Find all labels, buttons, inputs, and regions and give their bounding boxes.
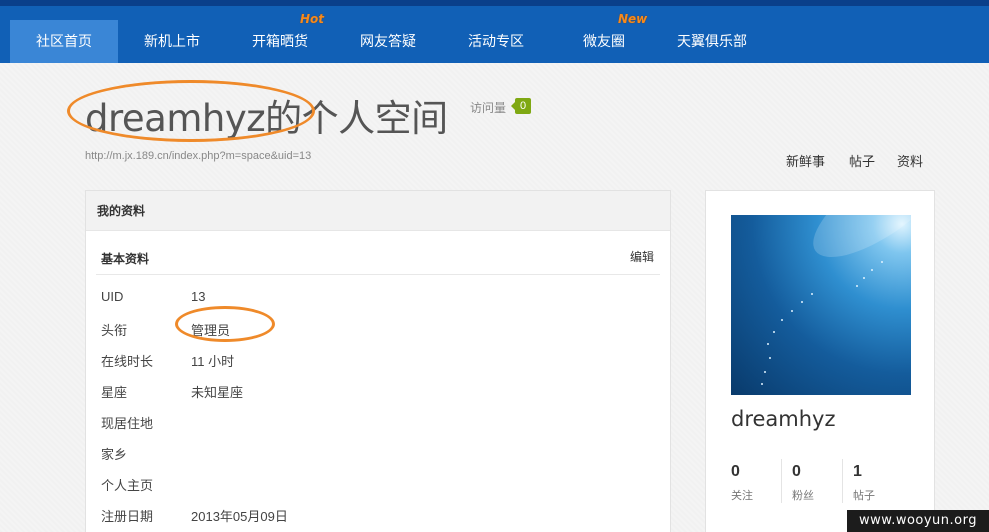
top-strip bbox=[0, 0, 989, 6]
field-value-title: 管理员 bbox=[191, 323, 231, 338]
avatar-sparkle bbox=[769, 357, 771, 359]
username[interactable]: dreamhyz bbox=[731, 407, 836, 431]
user-card: dreamhyz 0 关注 0 粉丝 1 帖子 bbox=[705, 190, 935, 532]
profile-panel-heading: 我的资料 bbox=[86, 191, 670, 231]
field-value-online-time: 11 小时 bbox=[191, 354, 235, 369]
avatar-sparkle bbox=[767, 343, 769, 345]
field-label-zodiac: 星座 bbox=[101, 385, 128, 400]
followers-label: 粉丝 bbox=[792, 490, 814, 502]
stat-divider bbox=[781, 459, 782, 503]
avatar-sparkle bbox=[764, 371, 766, 373]
following-count[interactable]: 0 bbox=[731, 463, 740, 481]
avatar-sparkle bbox=[773, 331, 775, 333]
field-label-hometown: 家乡 bbox=[101, 447, 128, 462]
avatar-sparkle bbox=[801, 301, 803, 303]
field-value-zodiac: 未知星座 bbox=[191, 385, 244, 400]
field-label-title: 头衔 bbox=[101, 323, 128, 338]
avatar-sparkle bbox=[856, 285, 858, 287]
nav-item-new-phones[interactable]: 新机上市 bbox=[118, 20, 226, 63]
avatar-sparkle bbox=[811, 293, 813, 295]
hot-badge: Hot bbox=[300, 12, 325, 26]
posts-count[interactable]: 1 bbox=[853, 463, 862, 481]
avatar-light-ray bbox=[798, 215, 911, 276]
tab-profile[interactable]: 资料 bbox=[897, 151, 923, 170]
nav-item-tianyi-club[interactable]: 天翼俱乐部 bbox=[658, 20, 766, 63]
tab-feed[interactable]: 新鲜事 bbox=[786, 151, 825, 170]
tab-posts[interactable]: 帖子 bbox=[849, 151, 875, 170]
avatar-sparkle bbox=[871, 269, 873, 271]
following-label: 关注 bbox=[731, 490, 753, 502]
avatar-sparkle bbox=[863, 277, 865, 279]
avatar-sparkle bbox=[881, 261, 883, 263]
top-navigation-bar: 社区首页 新机上市 开箱晒货 Hot 网友答疑 活动专区 微友圈 New 天翼俱… bbox=[0, 0, 989, 63]
followers-count[interactable]: 0 bbox=[792, 463, 801, 481]
page-title: dreamhyz的个人空间 bbox=[85, 97, 448, 140]
watermark: www.wooyun.org bbox=[847, 510, 989, 532]
section-title: 基本资料 bbox=[101, 252, 150, 266]
field-label-uid: UID bbox=[101, 289, 124, 304]
field-value-uid: 13 bbox=[191, 289, 206, 304]
section-divider bbox=[96, 274, 660, 275]
visits-label: 访问量 bbox=[470, 101, 507, 115]
field-label-residence: 现居住地 bbox=[101, 416, 154, 431]
new-badge: New bbox=[618, 12, 648, 26]
nav-item-events[interactable]: 活动专区 bbox=[442, 20, 550, 63]
avatar-sparkle bbox=[761, 383, 763, 385]
stat-divider bbox=[842, 459, 843, 503]
posts-label: 帖子 bbox=[853, 490, 875, 502]
profile-panel: 我的资料 基本资料 编辑 UID 13 头衔 管理员 在线时长 11 小时 星座… bbox=[85, 190, 671, 532]
space-url: http://m.jx.189.cn/index.php?m=space&uid… bbox=[85, 150, 312, 162]
nav-item-micro-circle[interactable]: 微友圈 New bbox=[550, 12, 658, 63]
nav-item-qa[interactable]: 网友答疑 bbox=[334, 20, 442, 63]
nav-item-unboxing[interactable]: 开箱晒货 Hot bbox=[226, 12, 334, 63]
edit-link[interactable]: 编辑 bbox=[630, 248, 654, 265]
field-label-online-time: 在线时长 bbox=[101, 354, 154, 369]
avatar[interactable] bbox=[731, 215, 911, 395]
field-label-register-date: 注册日期 bbox=[101, 509, 154, 524]
field-label-homepage: 个人主页 bbox=[101, 478, 154, 493]
field-value-register-date: 2013年05月09日 bbox=[191, 509, 288, 524]
avatar-sparkle bbox=[781, 319, 783, 321]
nav-item-community-home[interactable]: 社区首页 bbox=[10, 20, 118, 63]
avatar-sparkle bbox=[791, 310, 793, 312]
visits-count-badge: 0 bbox=[511, 98, 531, 114]
